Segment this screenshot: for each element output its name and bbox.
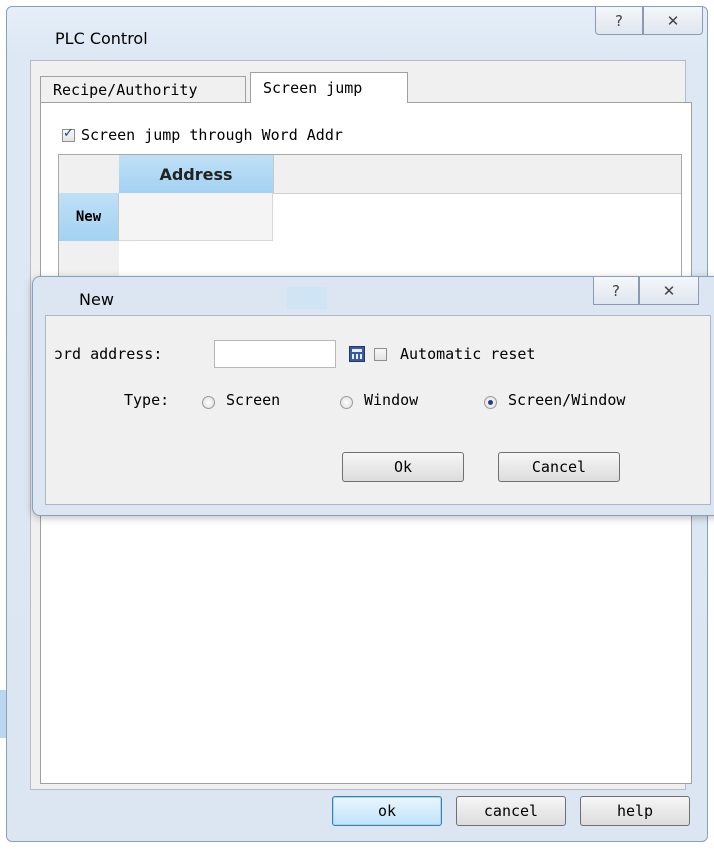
word-address-label: ɔrd address:	[54, 345, 163, 363]
close-button[interactable]: ✕	[643, 7, 703, 35]
screen-jump-checkbox-label: Screen jump through Word Addr	[81, 126, 343, 144]
tab-recipe-authority[interactable]: Recipe/Authority	[40, 76, 246, 102]
type-screen-radio[interactable]	[202, 396, 215, 409]
window-title: PLC Control	[55, 29, 148, 48]
help-footer-button[interactable]: help	[580, 796, 690, 826]
grid-row-header-new[interactable]: New	[59, 193, 119, 241]
ok-button[interactable]: ok	[332, 796, 442, 826]
screen-jump-checkbox[interactable]	[62, 126, 75, 142]
screen-jump-checkbox-row[interactable]: Screen jump through Word Addr	[62, 126, 343, 144]
word-address-input[interactable]	[214, 340, 336, 368]
type-screen-window-radio[interactable]	[484, 396, 497, 409]
new-dialog-help-button[interactable]: ?	[593, 277, 639, 305]
grid-header-address[interactable]: Address	[119, 155, 274, 193]
type-screen-window-label: Screen/Window	[508, 391, 626, 409]
grid-cell-address[interactable]	[119, 193, 273, 241]
title-highlight	[287, 287, 327, 309]
new-dialog-close-button[interactable]: ✕	[639, 277, 699, 305]
new-dialog-title: New	[79, 290, 114, 309]
new-dialog: New ? ✕ ɔrd address: Automatic reset Typ…	[32, 276, 714, 516]
type-screen-label: Screen	[226, 391, 281, 409]
type-window-radio[interactable]	[340, 396, 353, 409]
calculator-icon[interactable]	[349, 346, 365, 362]
new-dialog-ok-button[interactable]: Ok	[342, 452, 464, 482]
new-dialog-cancel-button[interactable]: Cancel	[498, 452, 620, 482]
new-dialog-body: ɔrd address: Automatic reset Type: Scree…	[45, 315, 711, 505]
automatic-reset-checkbox[interactable]	[374, 348, 387, 361]
tab-screen-jump[interactable]: Screen jump	[250, 72, 408, 103]
grid-row-header-empty	[59, 241, 119, 281]
automatic-reset-label: Automatic reset	[400, 345, 536, 363]
grid-corner	[59, 155, 120, 193]
cancel-button[interactable]: cancel	[456, 796, 566, 826]
type-window-label: Window	[364, 391, 419, 409]
help-button[interactable]: ?	[595, 7, 643, 35]
type-label: Type:	[124, 391, 170, 409]
